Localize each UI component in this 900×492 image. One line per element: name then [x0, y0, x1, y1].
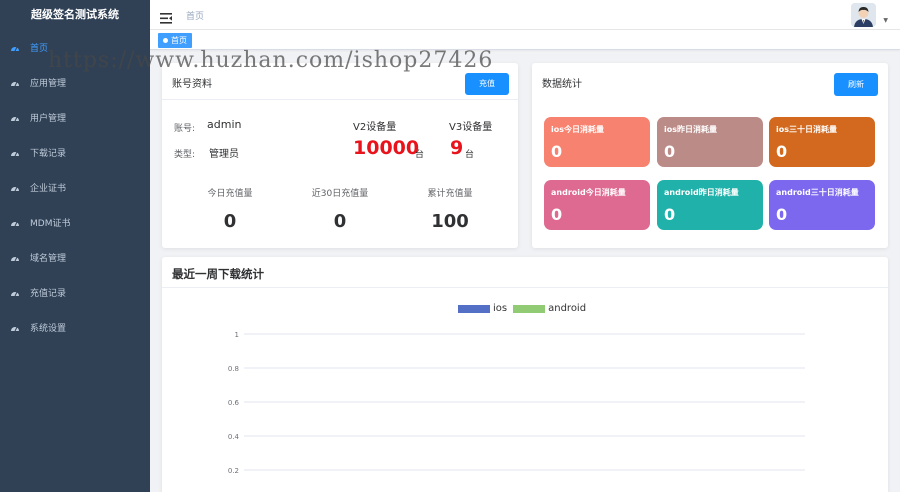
v3-unit: 台: [465, 150, 475, 160]
today-recharge-value: 0: [223, 211, 237, 232]
ios-30day-tile: ios三十日消耗量 0: [769, 117, 875, 167]
total-recharge-value: 100: [431, 211, 469, 232]
tile-value: 0: [664, 142, 676, 161]
ios-yesterday-tile: ios昨日消耗量 0: [657, 117, 763, 167]
sidebar-item-recharge[interactable]: 充值记录: [0, 275, 150, 310]
weekly-download-chart-card: 最近一周下载统计 ios android 1 0.8 0.6 0.4 0.2: [162, 257, 888, 492]
hamburger-icon[interactable]: [160, 9, 172, 24]
y-tick-label: 0.6: [228, 399, 240, 407]
tile-value: 0: [551, 142, 563, 161]
dashboard-icon: [10, 254, 20, 262]
dashboard-icon: [10, 184, 20, 192]
dashboard-icon: [10, 219, 20, 227]
divider: [162, 287, 888, 288]
chevron-down-icon[interactable]: ▼: [883, 17, 888, 24]
account-card-title: 账号资料: [172, 79, 212, 90]
dashboard-icon: [10, 44, 20, 52]
sidebar-item-label: 用户管理: [30, 114, 67, 124]
android-today-tile: android今日消耗量 0: [544, 180, 650, 230]
breadcrumb[interactable]: 首页: [186, 9, 204, 22]
recharge-button[interactable]: 充值: [465, 73, 509, 95]
android-30day-tile: android三十日消耗量 0: [769, 180, 875, 230]
v3-label: V3设备量: [449, 122, 493, 133]
sidebar-item-home[interactable]: 首页: [0, 30, 150, 65]
tile-label: android昨日消耗量: [664, 188, 739, 197]
legend-item-ios[interactable]: ios: [458, 303, 507, 314]
tile-value: 0: [664, 205, 676, 224]
legend-swatch: [513, 304, 546, 313]
tile-value: 0: [551, 205, 563, 224]
y-tick-label: 1: [235, 331, 239, 339]
sidebar-item-label: 应用管理: [30, 79, 67, 89]
active-dot-icon: [163, 38, 168, 43]
tile-label: ios今日消耗量: [551, 125, 604, 134]
tile-label: ios三十日消耗量: [776, 125, 837, 134]
divider: [162, 99, 518, 100]
chart-title: 最近一周下载统计: [172, 267, 264, 281]
v2-label: V2设备量: [353, 122, 397, 133]
stats-card: 数据统计 刷新 ios今日消耗量 0 ios昨日消耗量 0 ios三十日消耗量 …: [532, 63, 888, 248]
chart-legend: ios android: [458, 303, 592, 314]
sidebar-item-settings[interactable]: 系统设置: [0, 310, 150, 345]
account-label: 账号:: [174, 124, 196, 134]
sidebar-item-apps[interactable]: 应用管理: [0, 65, 150, 100]
total-recharge-label: 累计充值量: [427, 189, 473, 199]
v2-value: 10000: [353, 137, 420, 159]
legend-swatch: [458, 304, 490, 313]
tab-home[interactable]: 首页: [158, 33, 192, 48]
today-recharge-label: 今日充值量: [207, 189, 253, 199]
sidebar-item-users[interactable]: 用户管理: [0, 100, 150, 135]
sidebar-item-downloads[interactable]: 下载记录: [0, 135, 150, 170]
sidebar-item-label: 首页: [30, 44, 49, 54]
dashboard-icon: [10, 79, 20, 87]
type-value: 管理员: [209, 149, 239, 160]
android-yesterday-tile: android昨日消耗量 0: [657, 180, 763, 230]
top-navbar: 首页 ▼: [150, 0, 900, 30]
sidebar-item-mdm-cert[interactable]: MDM证书: [0, 205, 150, 240]
month-recharge-label: 近30日充值量: [311, 189, 369, 199]
legend-item-android[interactable]: android: [513, 303, 586, 314]
sidebar-menu: 首页 应用管理 用户管理 下载记录 企业证书 MDM证书 域名管理 充值记录 系…: [0, 30, 150, 345]
account-value: admin: [207, 118, 242, 131]
tab-label: 首页: [171, 36, 187, 45]
legend-label: ios: [493, 303, 508, 314]
type-label: 类型:: [174, 150, 196, 160]
tags-view: 首页: [150, 30, 900, 50]
dashboard-icon: [10, 324, 20, 332]
month-recharge-value: 0: [333, 211, 347, 232]
y-tick-label: 0.2: [228, 467, 239, 475]
refresh-button[interactable]: 刷新: [834, 73, 878, 96]
legend-label: android: [548, 303, 587, 314]
sidebar-item-enterprise-cert[interactable]: 企业证书: [0, 170, 150, 205]
sidebar: 超级签名测试系统 首页 应用管理 用户管理 下载记录 企业证书 MDM证书 域名…: [0, 0, 150, 492]
user-avatar-icon[interactable]: [851, 3, 876, 27]
sidebar-item-label: 域名管理: [30, 254, 67, 264]
tile-label: android三十日消耗量: [776, 188, 859, 197]
y-tick-label: 0.8: [228, 365, 239, 373]
v3-value: 9: [450, 137, 464, 159]
sidebar-item-label: 企业证书: [30, 184, 67, 194]
dashboard-icon: [10, 289, 20, 297]
v2-unit: 台: [415, 150, 425, 160]
dashboard-icon: [10, 114, 20, 122]
chart-plot-area: 1 0.8 0.6 0.4 0.2: [228, 331, 805, 475]
tile-label: ios昨日消耗量: [664, 125, 717, 134]
sidebar-item-label: 充值记录: [30, 289, 67, 299]
sidebar-item-label: 系统设置: [30, 324, 67, 334]
stats-card-title: 数据统计: [542, 79, 582, 90]
tile-label: android今日消耗量: [551, 188, 626, 197]
y-tick-label: 0.4: [228, 433, 240, 441]
sidebar-item-domains[interactable]: 域名管理: [0, 240, 150, 275]
sidebar-item-label: MDM证书: [30, 219, 71, 229]
tile-value: 0: [776, 142, 788, 161]
sidebar-item-label: 下载记录: [30, 149, 67, 159]
account-card: 账号资料 充值 账号: admin 类型: 管理员 V2设备量 10000 台 …: [162, 63, 518, 248]
ios-today-tile: ios今日消耗量 0: [544, 117, 650, 167]
app-title: 超级签名测试系统: [31, 8, 119, 21]
tile-value: 0: [776, 205, 788, 224]
dashboard-icon: [10, 149, 20, 157]
